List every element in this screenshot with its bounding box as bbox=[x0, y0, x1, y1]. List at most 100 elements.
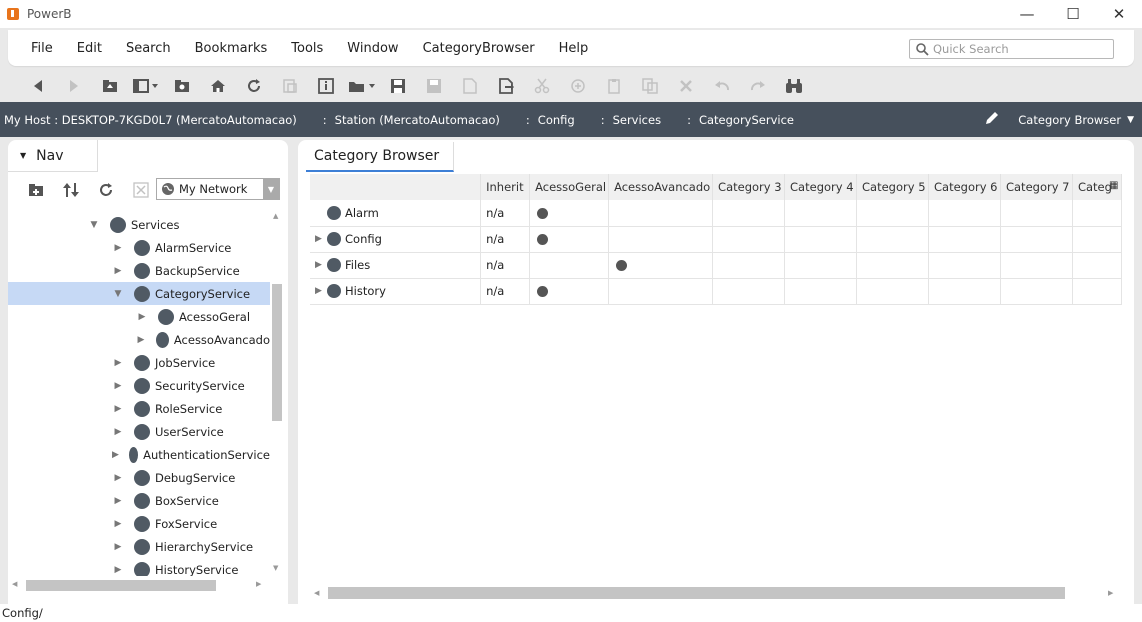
expand-icon[interactable]: ▶ bbox=[112, 243, 124, 253]
expand-icon[interactable]: ▶ bbox=[136, 335, 146, 345]
column-header[interactable]: Inherit bbox=[480, 174, 531, 200]
category-cell[interactable] bbox=[784, 252, 858, 279]
pencil-icon[interactable] bbox=[984, 110, 1000, 129]
tree-item[interactable]: ▶ AcessoAvancado bbox=[8, 328, 270, 351]
forward-icon[interactable] bbox=[56, 72, 92, 100]
row-name-cell[interactable]: ▶ Files bbox=[310, 252, 482, 279]
table-row[interactable]: ▶ Config n/a bbox=[310, 226, 1122, 253]
category-cell[interactable] bbox=[529, 200, 610, 227]
menu-file[interactable]: File bbox=[31, 41, 53, 56]
tree-item[interactable]: ▶ RoleService bbox=[8, 397, 270, 420]
menu-help[interactable]: Help bbox=[559, 41, 589, 56]
quick-search-input[interactable]: Quick Search bbox=[909, 39, 1114, 59]
home-icon[interactable] bbox=[200, 72, 236, 100]
category-cell[interactable] bbox=[1000, 252, 1073, 279]
category-cell[interactable] bbox=[856, 200, 929, 227]
expand-icon[interactable]: ▶ bbox=[112, 565, 124, 575]
category-cell[interactable] bbox=[784, 226, 858, 253]
category-cell[interactable] bbox=[608, 252, 714, 279]
category-cell[interactable] bbox=[856, 226, 929, 253]
delete-icon[interactable] bbox=[668, 72, 704, 100]
menu-categorybrowser[interactable]: CategoryBrowser bbox=[423, 41, 535, 56]
inherit-cell[interactable]: n/a bbox=[480, 200, 531, 227]
expand-icon[interactable]: ▶ bbox=[315, 260, 327, 270]
tab-category-browser[interactable]: Category Browser bbox=[306, 142, 454, 172]
grid-hscroll-thumb[interactable] bbox=[328, 587, 1065, 599]
info-icon[interactable] bbox=[308, 72, 344, 100]
tree-item[interactable]: ▶ UserService bbox=[8, 420, 270, 443]
new-tree-icon[interactable] bbox=[18, 176, 53, 204]
category-cell[interactable] bbox=[1072, 226, 1122, 253]
close-button[interactable]: ✕ bbox=[1096, 0, 1142, 28]
collapse-icon[interactable]: ▼ bbox=[88, 220, 100, 230]
open-icon[interactable] bbox=[344, 72, 380, 100]
copy-icon[interactable] bbox=[560, 72, 596, 100]
expand-icon[interactable]: ▶ bbox=[112, 542, 124, 552]
column-header[interactable]: AcessoAvancado bbox=[608, 174, 714, 200]
replace-icon[interactable] bbox=[272, 72, 308, 100]
breadcrumb-station[interactable]: Station (MercatoAutomacao) bbox=[335, 113, 500, 127]
menu-tools[interactable]: Tools bbox=[291, 41, 323, 56]
column-header[interactable]: Category 6 bbox=[928, 174, 1001, 200]
find-icon[interactable] bbox=[776, 72, 812, 100]
tree-item[interactable]: ▶ HierarchyService bbox=[8, 535, 270, 558]
expand-icon[interactable]: ▶ bbox=[112, 519, 124, 529]
tree-item[interactable]: ▶ BackupService bbox=[8, 259, 270, 282]
scroll-right-icon[interactable]: ▶ bbox=[1108, 589, 1113, 597]
expand-icon[interactable]: ▶ bbox=[315, 286, 327, 296]
category-cell[interactable] bbox=[1072, 278, 1122, 305]
expand-icon[interactable]: ▶ bbox=[112, 473, 124, 483]
row-name-cell[interactable]: Alarm bbox=[310, 200, 482, 227]
scroll-left-icon[interactable]: ◀ bbox=[314, 589, 319, 597]
tree-item[interactable]: ▶ AuthenticationService bbox=[8, 443, 270, 466]
column-header[interactable]: AcessoGeral bbox=[529, 174, 610, 200]
expand-icon[interactable]: ▶ bbox=[112, 404, 124, 414]
nav-horizontal-scrollbar[interactable]: ◀ ▶ bbox=[8, 576, 270, 594]
category-cell[interactable] bbox=[928, 252, 1001, 279]
menu-search[interactable]: Search bbox=[126, 41, 171, 56]
category-cell[interactable] bbox=[1000, 278, 1073, 305]
category-cell[interactable] bbox=[529, 252, 610, 279]
expand-icon[interactable]: ▶ bbox=[112, 496, 124, 506]
tree-item[interactable]: ▶ SecurityService bbox=[8, 374, 270, 397]
category-cell[interactable] bbox=[1072, 252, 1122, 279]
undo-icon[interactable] bbox=[704, 72, 740, 100]
breadcrumb-services[interactable]: Services bbox=[613, 113, 662, 127]
tree-item[interactable]: ▶ DebugService bbox=[8, 466, 270, 489]
tree-item[interactable]: ▶ AlarmService bbox=[8, 236, 270, 259]
category-cell[interactable] bbox=[608, 278, 714, 305]
save-all-icon[interactable] bbox=[416, 72, 452, 100]
folder-target-icon[interactable] bbox=[164, 72, 200, 100]
inherit-cell[interactable]: n/a bbox=[480, 278, 531, 305]
column-header[interactable]: Category 5 bbox=[856, 174, 929, 200]
menu-edit[interactable]: Edit bbox=[77, 41, 102, 56]
sort-icon[interactable] bbox=[53, 176, 88, 204]
menu-bookmarks[interactable]: Bookmarks bbox=[195, 41, 268, 56]
tree-item[interactable]: ▶ BoxService bbox=[8, 489, 270, 512]
tree-item[interactable]: ▼ Services bbox=[8, 213, 270, 236]
category-cell[interactable] bbox=[608, 200, 714, 227]
category-cell[interactable] bbox=[712, 226, 786, 253]
column-header[interactable]: Category 7 bbox=[1000, 174, 1073, 200]
save-icon[interactable] bbox=[380, 72, 416, 100]
breadcrumb-host[interactable]: My Host : DESKTOP-7KGD0L7 (MercatoAutoma… bbox=[4, 113, 297, 127]
refresh-icon[interactable] bbox=[236, 72, 272, 100]
category-cell[interactable] bbox=[529, 226, 610, 253]
category-cell[interactable] bbox=[608, 226, 714, 253]
menu-window[interactable]: Window bbox=[347, 41, 398, 56]
grid-horizontal-scrollbar[interactable]: ◀ ▶ bbox=[310, 584, 1122, 602]
category-cell[interactable] bbox=[928, 226, 1001, 253]
category-cell[interactable] bbox=[529, 278, 610, 305]
tab-nav[interactable]: ▼ Nav bbox=[8, 140, 98, 172]
category-cell[interactable] bbox=[856, 252, 929, 279]
scroll-up-icon[interactable]: ▲ bbox=[273, 212, 278, 220]
category-cell[interactable] bbox=[928, 278, 1001, 305]
inherit-cell[interactable]: n/a bbox=[480, 226, 531, 253]
category-cell[interactable] bbox=[784, 278, 858, 305]
up-level-icon[interactable] bbox=[92, 72, 128, 100]
network-select[interactable]: My Network ▼ bbox=[156, 178, 280, 200]
tree-item[interactable]: ▶ AcessoGeral bbox=[8, 305, 270, 328]
column-header[interactable] bbox=[310, 174, 482, 200]
tree-item[interactable]: ▶ JobService bbox=[8, 351, 270, 374]
refresh-icon[interactable] bbox=[88, 176, 123, 204]
